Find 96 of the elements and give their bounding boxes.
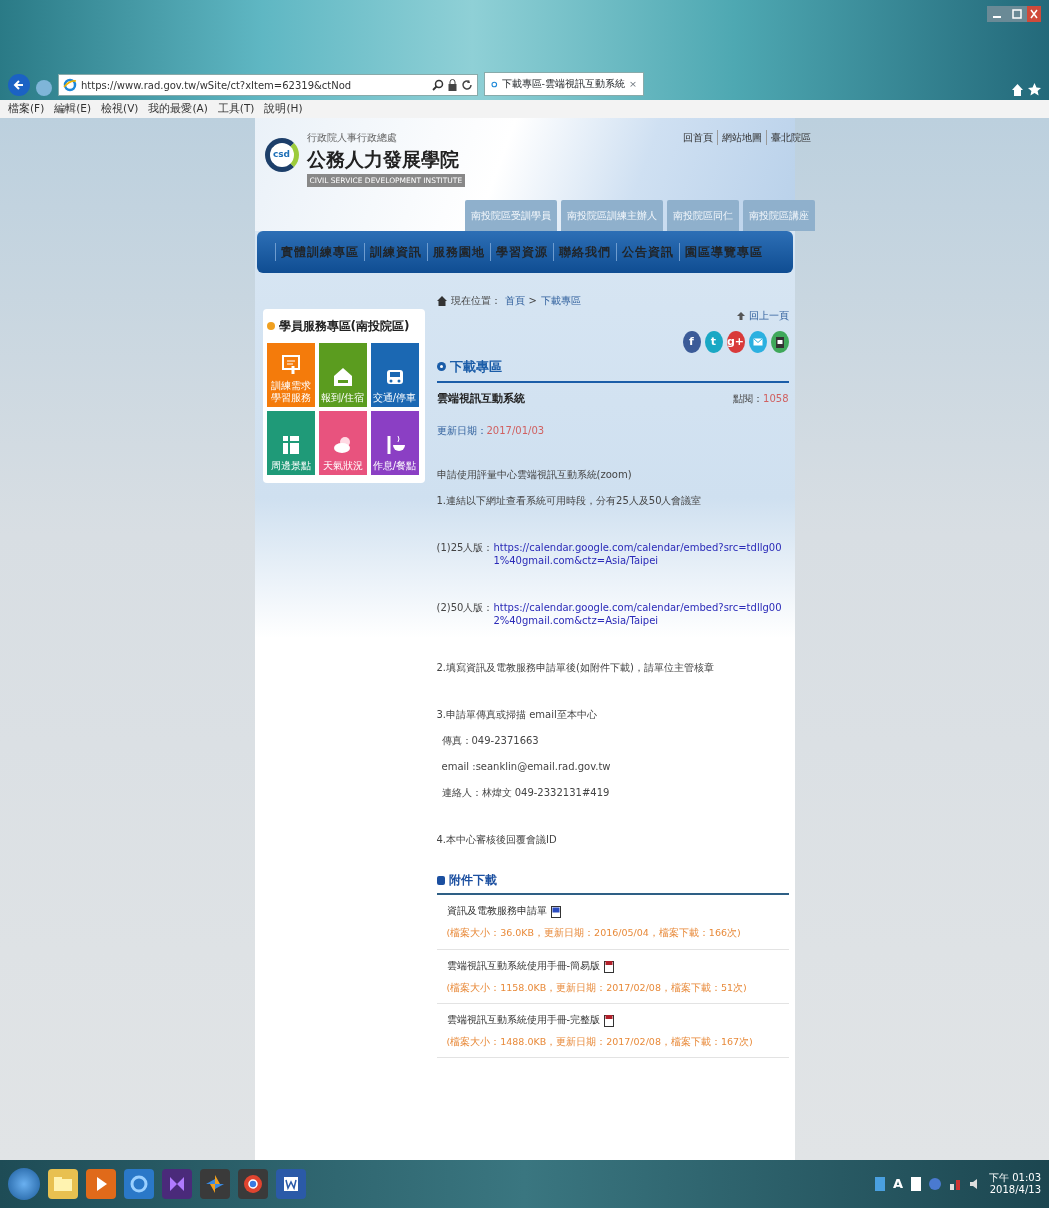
share-facebook-button[interactable]: f xyxy=(682,331,701,353)
body-text: 連絡人：林煒文 049-2332131#419 xyxy=(440,786,611,799)
share-print-button[interactable] xyxy=(770,331,789,353)
printer-icon xyxy=(775,336,784,348)
menu-item[interactable]: 編輯(E) xyxy=(54,101,92,117)
refresh-icon[interactable] xyxy=(461,79,473,91)
breadcrumb-link[interactable]: 下載專區 xyxy=(540,293,581,308)
body-text: 3.申請單傳真或掃描 email至本中心 xyxy=(436,708,598,721)
menu-item[interactable]: 工具(T) xyxy=(217,101,255,117)
tile-label: 天氣狀況 xyxy=(322,460,363,472)
minimize-window-icon[interactable] xyxy=(987,6,1007,22)
home-icon[interactable] xyxy=(1011,83,1024,96)
calendar-link[interactable]: https://calendar.google.com/calendar/embed?src=tdllg001%40gmail.com&ctz=Asia/Taipei xyxy=(493,541,789,567)
body-text: 傳真：049-2371663 xyxy=(440,734,540,747)
tile-label: 訓練需求學習服務 xyxy=(269,380,312,404)
updated-date: 2017/01/03 xyxy=(486,425,545,436)
breadcrumb-label: 現在位置： xyxy=(450,294,501,308)
service-tile[interactable]: 報到/住宿 xyxy=(318,343,367,407)
logo: csd xyxy=(264,138,299,172)
breadcrumb-link[interactable]: 首頁 xyxy=(504,293,525,308)
service-tile[interactable]: 周邊景點 xyxy=(266,411,315,475)
sidebar-title: 學員服務專區(南投院區) xyxy=(278,318,410,335)
maximize-window-icon[interactable] xyxy=(1007,6,1027,22)
link-label: (1)25人版： xyxy=(436,541,494,555)
institute-name: 公務人力發展學院 xyxy=(306,147,460,172)
attachments-title: 附件下載 xyxy=(448,872,497,889)
article-title: 雲端視訊互動系統 xyxy=(436,390,525,407)
taskbar-app-button[interactable] xyxy=(200,1169,230,1199)
back-button[interactable] xyxy=(8,74,30,96)
home-icon xyxy=(436,295,447,306)
menu-item[interactable]: 檔案(F) xyxy=(8,101,45,117)
tab-close-button[interactable]: × xyxy=(629,76,637,92)
body-text: 4.本中心審核後回覆會議ID xyxy=(436,833,558,846)
taskbar-app-button[interactable] xyxy=(162,1169,192,1199)
agency-name: 行政院人事行政總處 xyxy=(306,131,398,145)
updated-label: 更新日期： xyxy=(436,425,487,436)
attachment-link[interactable]: 雲端視訊互動系統使用手冊-完整版 xyxy=(446,1011,601,1027)
close-window-icon[interactable] xyxy=(1027,6,1041,22)
input-method-indicator[interactable]: A xyxy=(892,1174,903,1194)
circle-bullet-icon xyxy=(436,362,446,372)
address-bar[interactable]: https://www.rad.gov.tw/wSite/ct?xItem=62319&ctNod xyxy=(58,74,478,96)
share-twitter-button[interactable]: t xyxy=(704,331,723,353)
top-link[interactable]: 臺北院區 xyxy=(766,130,816,145)
house-icon xyxy=(331,366,354,388)
share-google-plus-button[interactable]: g+ xyxy=(726,331,745,353)
breadcrumb-separator: > xyxy=(528,294,537,308)
attachment-details: (檔案大小：36.0KB，更新日期：2016/05/04，檔案下載：166次) xyxy=(446,926,742,941)
tile-label: 報到/住宿 xyxy=(320,392,365,404)
views-count: 1058 xyxy=(763,392,789,404)
calendar-link[interactable]: https://calendar.google.com/calendar/embed?src=tdllg002%40gmail.com&ctz=Asia/Taipei xyxy=(493,601,789,627)
pdf-file-icon xyxy=(604,1014,615,1027)
browser-tab[interactable]: 下載專區-雲端視訊互動系統 × xyxy=(484,72,644,96)
attachment-link[interactable]: 雲端視訊互動系統使用手冊-簡易版 xyxy=(446,957,601,973)
search-icon[interactable] xyxy=(432,79,444,91)
section-title: 下載專區 xyxy=(449,358,502,376)
taskbar-app-button[interactable] xyxy=(238,1169,268,1199)
attachment-details: (檔案大小：1488.0KB，更新日期：2017/02/08，檔案下載：167次) xyxy=(446,1034,754,1049)
lock-icon xyxy=(448,79,457,91)
start-button[interactable] xyxy=(8,1168,40,1200)
service-tile[interactable]: 交通/停車 xyxy=(370,343,419,407)
favorites-star-icon[interactable] xyxy=(1028,83,1041,96)
up-arrow-icon xyxy=(736,311,745,320)
taskbar-app-button[interactable] xyxy=(276,1169,306,1199)
menu-item[interactable]: 我的最愛(A) xyxy=(148,101,208,117)
body-text: 申請使用評量中心雲端視訊互動系統(zoom) xyxy=(436,468,633,481)
top-link[interactable]: 網站地圖 xyxy=(717,130,767,145)
network-icon[interactable] xyxy=(949,1178,961,1190)
tile-label: 作息/餐點 xyxy=(372,460,417,472)
attachment-details: (檔案大小：1158.0KB，更新日期：2017/02/08，檔案下載：51次) xyxy=(446,980,748,995)
tab-title: 下載專區-雲端視訊互動系統 xyxy=(501,76,626,91)
body-text: 1.連結以下網址查看系統可用時段，分有25人及50人會議室 xyxy=(436,494,703,507)
envelope-icon xyxy=(752,338,763,346)
browser-logo-icon xyxy=(63,78,77,92)
menu-item[interactable]: 檢視(V) xyxy=(101,101,139,117)
body-text: email :seanklin@email.rad.gov.tw xyxy=(440,760,612,773)
attachment-link[interactable]: 資訊及電教服務申請單 xyxy=(446,903,547,919)
link-label: (2)50人版： xyxy=(436,601,494,615)
taskbar-app-button[interactable] xyxy=(86,1169,116,1199)
tile-label: 周邊景點 xyxy=(270,460,311,472)
clock-time: 下午 01:03 xyxy=(989,1171,1041,1184)
back-arrow-icon xyxy=(13,79,25,91)
back-link[interactable]: 回上一頁 xyxy=(748,308,789,323)
bullet-icon xyxy=(266,322,275,330)
service-tile[interactable]: 天氣狀況 xyxy=(318,411,367,475)
clock-date: 2018/4/13 xyxy=(989,1184,1041,1197)
menu-item[interactable]: 說明(H) xyxy=(264,101,303,117)
address-text: https://www.rad.gov.tw/wSite/ct?xItem=62319&ctNod xyxy=(81,78,353,93)
document-icon xyxy=(550,906,561,919)
service-tile[interactable]: 作息/餐點 xyxy=(370,411,419,475)
tile-label: 交通/停車 xyxy=(372,392,417,404)
views-label: 點閱： xyxy=(733,392,764,404)
square-bullet-icon xyxy=(436,876,445,886)
body-text: 2.填寫資訊及電教服務申請單後(如附件下載)，請單位主管核章 xyxy=(436,661,715,674)
top-link[interactable]: 回首頁 xyxy=(679,130,718,145)
screen-icon xyxy=(279,354,302,376)
pdf-file-icon xyxy=(604,960,615,973)
